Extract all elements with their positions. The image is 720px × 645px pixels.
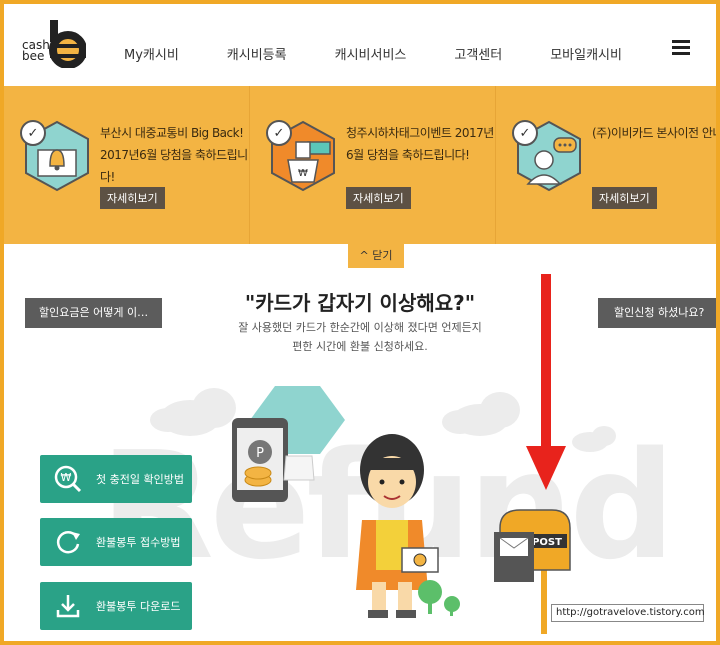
refresh-icon (54, 528, 82, 556)
site-header: cash bee My캐시비 캐시비등록 캐시비서비스 고객센터 모바일캐시비 (4, 4, 716, 86)
nav-item-services[interactable]: 캐시비서비스 (335, 44, 407, 63)
notice-strip: ✓ 부산시 대중교통비 Big Back! 2017년6월 당첨을 축하드립니다… (4, 86, 720, 244)
blog-watermark: http://gotravelove.tistory.com (551, 604, 705, 622)
detail-button[interactable]: 자세히보기 (592, 187, 657, 209)
detail-button[interactable]: 자세히보기 (346, 187, 411, 209)
notice-item: ✓ ₩ 청주시하차태그이벤트 2017년6월 당첨을 축하드립니다! 자세히보기 (250, 86, 496, 244)
hamburger-menu-icon[interactable] (672, 40, 690, 56)
refund-subtext-line2: 편한 시간에 환불 신청하세요. (292, 340, 428, 353)
check-icon: ✓ (512, 120, 538, 146)
won-search-icon: ₩ (54, 465, 82, 493)
close-notices-button[interactable]: ^ 닫기 (348, 244, 404, 268)
check-icon: ✓ (266, 120, 292, 146)
refund-envelope-receipt-label: 환불봉투 접수방법 (96, 536, 181, 549)
nav-item-support[interactable]: 고객센터 (454, 44, 502, 63)
svg-text:₩: ₩ (298, 168, 308, 179)
svg-text:P: P (256, 446, 264, 461)
notice-item: ✓ (주)이비카드 본사이전 안내 자세히보기 (496, 86, 720, 244)
logo-b-icon (49, 20, 86, 68)
svg-text:POST: POST (532, 537, 562, 548)
check-icon: ✓ (20, 120, 46, 146)
discount-fare-tab[interactable]: 할인요금은 어떻게 이… (25, 298, 162, 328)
download-icon (54, 592, 82, 620)
svg-text:₩: ₩ (61, 471, 72, 484)
logo-line2: bee (22, 49, 45, 63)
notice-text: 부산시 대중교통비 Big Back! 2017년6월 당첨을 축하드립니다! (100, 126, 248, 184)
refund-envelope-download-button[interactable]: 환불봉투 다운로드 (40, 582, 192, 630)
notice-text: 청주시하차태그이벤트 2017년6월 당첨을 축하드립니다! (346, 126, 494, 162)
cashbee-logo[interactable]: cash bee (22, 20, 92, 70)
discount-apply-tab[interactable]: 할인신청 하셨나요? (598, 298, 716, 328)
notice-item: ✓ 부산시 대중교통비 Big Back! 2017년6월 당첨을 축하드립니다… (4, 86, 250, 244)
first-charge-check-button[interactable]: ₩ 첫 충전일 확인방법 (40, 455, 192, 503)
refund-envelope-receipt-button[interactable]: 환불봉투 접수방법 (40, 518, 192, 566)
main-nav: My캐시비 캐시비등록 캐시비서비스 고객센터 모바일캐시비 (124, 44, 670, 63)
refund-envelope-download-label: 환불봉투 다운로드 (96, 600, 181, 613)
notice-text: (주)이비카드 본사이전 안내 (592, 126, 720, 140)
first-charge-check-label: 첫 충전일 확인방법 (96, 473, 184, 486)
nav-item-my-cashbee[interactable]: My캐시비 (124, 44, 179, 63)
nav-item-mobile[interactable]: 모바일캐시비 (550, 44, 622, 63)
logo-text: cash bee (22, 39, 50, 63)
nav-item-register[interactable]: 캐시비등록 (227, 44, 287, 63)
detail-button[interactable]: 자세히보기 (100, 187, 165, 209)
